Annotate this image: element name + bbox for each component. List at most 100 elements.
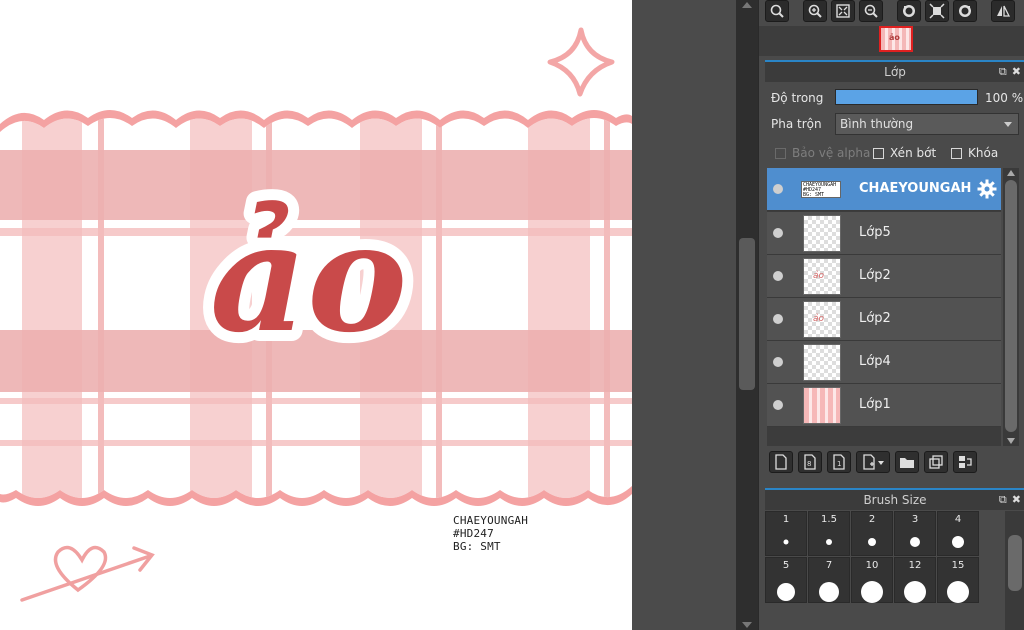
blend-mode-select[interactable]: Bình thường bbox=[835, 113, 1019, 135]
brush-preview-dot bbox=[868, 538, 876, 546]
layer-thumbnail: ảo bbox=[803, 301, 841, 338]
drawing-canvas[interactable]: ảo ảo CHAEYOUNGAH #HD247 BG: SMT bbox=[0, 0, 632, 630]
lock-checkbox[interactable]: Khóa bbox=[951, 146, 998, 160]
gear-icon[interactable] bbox=[977, 179, 997, 199]
flip-icon bbox=[997, 5, 1011, 17]
rotate-left-icon bbox=[903, 5, 915, 17]
layer-thumbnail bbox=[803, 215, 841, 252]
layer-row[interactable]: Lớp5 bbox=[767, 212, 1001, 255]
merge-layer-button[interactable] bbox=[953, 451, 977, 473]
visibility-icon[interactable] bbox=[773, 357, 783, 367]
popout-icon[interactable]: ⧉ bbox=[999, 493, 1007, 506]
clipping-checkbox[interactable]: Xén bớt bbox=[873, 146, 936, 160]
brush-preview-dot bbox=[777, 583, 795, 601]
brush-size-scrollbar[interactable] bbox=[1005, 511, 1024, 630]
center-icon bbox=[929, 3, 945, 19]
brush-size-grid: 1 1.5 2 3 4 5 7 10 12 15 bbox=[765, 511, 979, 630]
layer-thumbnail bbox=[803, 344, 841, 381]
brush-size-cell[interactable]: 1.5 bbox=[808, 511, 850, 556]
navigator-toolbar bbox=[765, 0, 1024, 24]
scroll-down-arrow[interactable] bbox=[742, 622, 752, 628]
scroll-down-arrow[interactable] bbox=[1007, 438, 1015, 444]
new-folder-button[interactable] bbox=[895, 451, 919, 473]
layer-list: CHAEYOUNGAH #HD247 BG: SMT CHAEYOUNGAH L… bbox=[767, 168, 1001, 446]
brush-size-cell[interactable]: 15 bbox=[937, 557, 979, 603]
brush-panel-title: Brush Size ⧉ ✖ bbox=[765, 488, 1024, 510]
zoom-fit-icon bbox=[770, 4, 784, 18]
layer-row[interactable]: Lớp1 bbox=[767, 384, 1001, 427]
brush-size-label: 12 bbox=[908, 560, 922, 571]
brush-size-label: 4 bbox=[954, 514, 962, 525]
layer-row[interactable]: Lớp4 bbox=[767, 341, 1001, 384]
credits-text: CHAEYOUNGAH #HD247 BG: SMT bbox=[453, 514, 528, 553]
brush-preview-dot bbox=[904, 581, 926, 603]
opacity-slider[interactable] bbox=[835, 89, 978, 105]
credit-author: CHAEYOUNGAH bbox=[453, 514, 529, 527]
brush-size-cell[interactable]: 1 bbox=[765, 511, 807, 556]
brush-size-label: 7 bbox=[825, 560, 833, 571]
brush-size-cell[interactable]: 3 bbox=[894, 511, 936, 556]
brush-size-cell[interactable]: 5 bbox=[765, 557, 807, 603]
brush-size-cell[interactable]: 4 bbox=[937, 511, 979, 556]
visibility-icon[interactable] bbox=[773, 400, 783, 410]
new-1bit-layer-icon: 1 bbox=[833, 454, 845, 470]
fit-window-icon bbox=[836, 4, 850, 18]
layer-panel-title: Lớp ⧉ ✖ bbox=[765, 60, 1024, 82]
visibility-icon[interactable] bbox=[773, 184, 783, 194]
zoom-fit-button[interactable] bbox=[765, 0, 789, 22]
layer-row[interactable]: ảo Lớp2 bbox=[767, 298, 1001, 341]
flip-button[interactable] bbox=[991, 0, 1015, 22]
credit-tag: #HD247 bbox=[453, 527, 494, 540]
layer-list-scrollbar[interactable] bbox=[1003, 168, 1019, 446]
brush-size-label: 3 bbox=[911, 514, 919, 525]
app-window: ảo ảo CHAEYOUNGAH #HD247 BG: SMT ảo Lớp … bbox=[0, 0, 1024, 630]
opacity-value: 100 % bbox=[985, 91, 1024, 105]
rotate-right-button[interactable] bbox=[953, 0, 977, 22]
scrollbar-thumb[interactable] bbox=[1005, 180, 1017, 432]
rotate-left-button[interactable] bbox=[897, 0, 921, 22]
checkbox-box bbox=[873, 147, 884, 159]
protect-alpha-checkbox[interactable]: Bảo vệ alpha bbox=[775, 146, 870, 160]
new-halftone-layer-button[interactable]: 8 bbox=[798, 451, 822, 473]
brush-size-label: 15 bbox=[951, 560, 965, 571]
close-icon[interactable]: ✖ bbox=[1012, 65, 1021, 78]
brush-size-label: 2 bbox=[868, 514, 876, 525]
fit-window-button[interactable] bbox=[831, 0, 855, 22]
zoom-out-button[interactable] bbox=[859, 0, 883, 22]
popout-icon[interactable]: ⧉ bbox=[999, 65, 1007, 78]
svg-text:1: 1 bbox=[837, 460, 841, 468]
brush-size-cell[interactable]: 2 bbox=[851, 511, 893, 556]
visibility-icon[interactable] bbox=[773, 271, 783, 281]
new-layer-button[interactable] bbox=[769, 451, 793, 473]
svg-text:8: 8 bbox=[807, 460, 811, 468]
layer-name: Lớp4 bbox=[859, 354, 891, 369]
close-icon[interactable]: ✖ bbox=[1012, 493, 1021, 506]
brush-panel-title-text: Brush Size bbox=[863, 493, 927, 507]
add-layer-menu-button[interactable] bbox=[856, 451, 890, 473]
layer-thumbnail bbox=[803, 387, 841, 424]
lock-label: Khóa bbox=[968, 146, 999, 160]
zoom-in-button[interactable] bbox=[803, 0, 827, 22]
scrollbar-thumb[interactable] bbox=[739, 238, 755, 390]
canvas-vertical-scrollbar[interactable] bbox=[736, 0, 758, 630]
layer-name: Lớp1 bbox=[859, 397, 891, 412]
brush-preview-dot bbox=[910, 537, 920, 547]
brush-size-label: 10 bbox=[865, 560, 879, 571]
brush-size-cell[interactable]: 10 bbox=[851, 557, 893, 603]
navigator-thumbnail[interactable]: ảo bbox=[879, 26, 913, 52]
scrollbar-thumb[interactable] bbox=[1008, 535, 1022, 591]
protect-alpha-label: Bảo vệ alpha bbox=[792, 146, 871, 160]
layer-thumbnail: CHAEYOUNGAH #HD247 BG: SMT bbox=[801, 181, 841, 198]
brush-size-cell[interactable]: 12 bbox=[894, 557, 936, 603]
brush-size-cell[interactable]: 7 bbox=[808, 557, 850, 603]
scroll-up-arrow[interactable] bbox=[742, 2, 752, 8]
duplicate-layer-button[interactable] bbox=[924, 451, 948, 473]
scroll-up-arrow[interactable] bbox=[1007, 170, 1015, 176]
visibility-icon[interactable] bbox=[773, 314, 783, 324]
layer-row[interactable]: ảo Lớp2 bbox=[767, 255, 1001, 298]
new-1bit-layer-button[interactable]: 1 bbox=[827, 451, 851, 473]
layer-row[interactable]: CHAEYOUNGAH #HD247 BG: SMT CHAEYOUNGAH bbox=[767, 168, 1001, 211]
visibility-icon[interactable] bbox=[773, 228, 783, 238]
zoom-out-icon bbox=[864, 4, 878, 18]
center-view-button[interactable] bbox=[925, 0, 949, 22]
